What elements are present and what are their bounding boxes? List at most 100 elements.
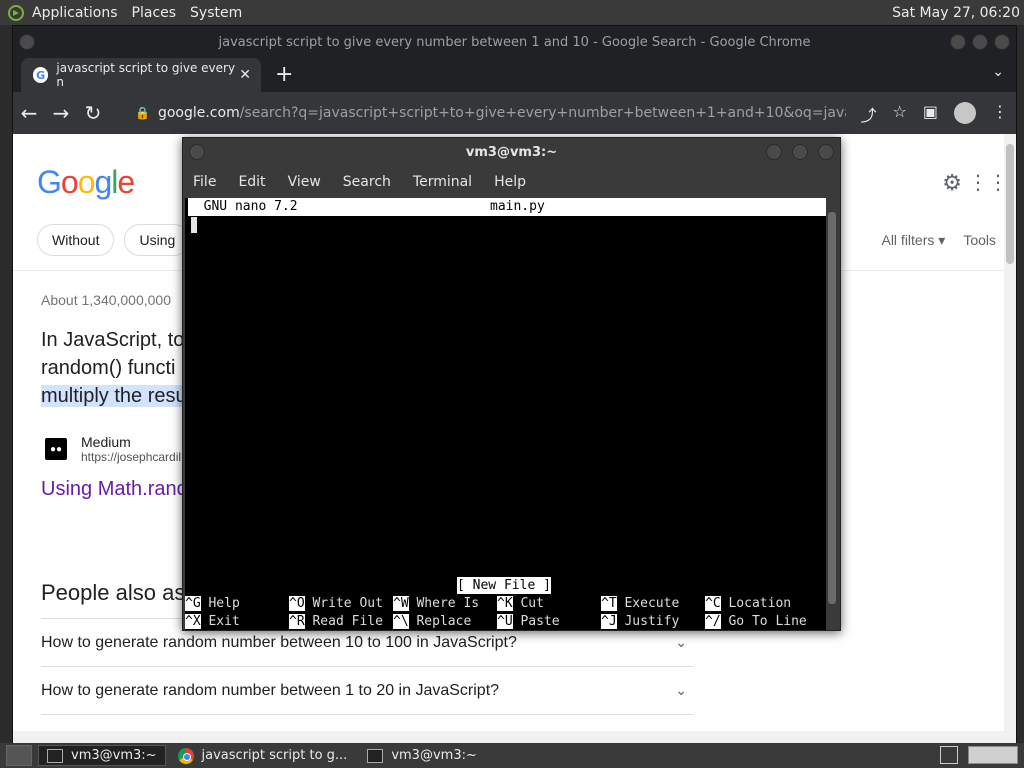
nano-header: GNU nano 7.2 main.py	[188, 198, 828, 216]
shortcut-location[interactable]: ^C Location	[705, 595, 791, 613]
google-favicon-icon: G	[33, 67, 49, 83]
terminal-title: vm3@vm3:~	[465, 144, 558, 160]
page-vertical-scrollbar[interactable]	[1004, 134, 1016, 743]
chrome-toolbar: ← → ↻ 🔒 google.com/search?q=javascript+s…	[13, 92, 1016, 134]
nano-version: GNU nano 7.2	[188, 199, 298, 214]
snippet-line-highlighted: multiply the resu	[41, 385, 187, 407]
back-icon[interactable]: ←	[13, 101, 45, 125]
shortcut-read-file[interactable]: ^R Read File	[289, 613, 383, 631]
share-icon[interactable]: ⤴	[861, 102, 877, 126]
medium-logo-icon: ●●	[45, 438, 67, 460]
reload-icon[interactable]: ↻	[77, 101, 109, 125]
chrome-window-title: javascript script to give every number b…	[218, 34, 811, 50]
bottom-taskbar: vm3@vm3:~ javascript script to g... vm3@…	[0, 743, 1024, 768]
window-list-icon[interactable]	[940, 746, 958, 764]
shortcut-write-out[interactable]: ^O Write Out	[289, 595, 383, 613]
tab-google-search[interactable]: G javascript script to give every n ✕	[21, 58, 261, 92]
result-stats: About 1,340,000,000	[41, 292, 172, 308]
scrollbar-thumb[interactable]	[828, 212, 836, 604]
snippet-source[interactable]: ●● Medium https://josephcardil	[45, 434, 181, 464]
side-panel-icon[interactable]: ▣	[923, 102, 938, 126]
menu-applications[interactable]: Applications	[32, 5, 118, 21]
terminal-icon	[367, 748, 384, 763]
window-menu-button[interactable]	[19, 34, 35, 50]
menu-terminal[interactable]: Terminal	[413, 174, 472, 190]
featured-snippet: In JavaScript, to random() functi multip…	[41, 326, 187, 410]
gnome-foot-icon[interactable]	[6, 3, 26, 23]
url-host: google.com	[157, 105, 240, 121]
terminal-titlebar[interactable]: vm3@vm3:~	[183, 138, 840, 166]
menu-file[interactable]: File	[193, 174, 216, 190]
settings-gear-icon[interactable]: ⚙	[942, 171, 962, 196]
shortcut-replace[interactable]: ^\ Replace	[393, 613, 471, 631]
shortcut-where-is[interactable]: ^W Where Is	[393, 595, 479, 613]
nano-filename: main.py	[490, 199, 545, 214]
menu-help[interactable]: Help	[494, 174, 526, 190]
terminal-scrollbar[interactable]	[826, 198, 838, 630]
text-cursor	[191, 217, 197, 233]
snippet-line: random() functi	[41, 357, 176, 379]
taskbar-item-chrome[interactable]: javascript script to g...	[170, 745, 356, 766]
maximize-button[interactable]	[792, 144, 808, 160]
new-tab-icon[interactable]: +	[275, 62, 293, 87]
taskbar-item-terminal-2[interactable]: vm3@vm3:~	[359, 745, 485, 766]
menu-view[interactable]: View	[288, 174, 321, 190]
paa-question-text: How to generate random number between 1 …	[41, 681, 500, 699]
tab-close-icon[interactable]: ✕	[239, 67, 251, 83]
minimize-button[interactable]	[950, 34, 966, 50]
lock-icon[interactable]: 🔒	[135, 106, 150, 120]
all-filters-button[interactable]: All filters ▾	[881, 232, 945, 249]
paa-question-text: How to generate random number between 10…	[41, 633, 517, 651]
menu-edit[interactable]: Edit	[238, 174, 265, 190]
clock[interactable]: Sat May 27, 06:20	[892, 5, 1020, 21]
top-panel: Applications Places System Sat May 27, 0…	[0, 0, 1024, 25]
filter-chips: Without Using	[37, 224, 191, 256]
close-button[interactable]	[994, 34, 1010, 50]
tab-search-chevron-icon[interactable]: ⌄	[992, 64, 1004, 80]
search-tools: All filters ▾ Tools	[881, 232, 996, 249]
minimize-button[interactable]	[766, 144, 782, 160]
bookmark-star-icon[interactable]: ☆	[893, 102, 907, 126]
chip-using[interactable]: Using	[124, 224, 191, 256]
terminal-icon	[47, 748, 63, 763]
window-menu-button[interactable]	[189, 144, 205, 160]
result-link[interactable]: Using Math.rand	[41, 478, 188, 501]
google-apps-icon[interactable]: ⋮⋮	[968, 170, 1008, 194]
close-button[interactable]	[818, 144, 834, 160]
taskbar-item-label: vm3@vm3:~	[391, 748, 477, 763]
menu-search[interactable]: Search	[343, 174, 391, 190]
taskbar-item-terminal[interactable]: vm3@vm3:~	[38, 745, 166, 766]
shortcut-cut[interactable]: ^K Cut	[497, 595, 544, 613]
menu-places[interactable]: Places	[132, 5, 177, 21]
tools-button[interactable]: Tools	[963, 232, 996, 249]
chrome-menu-icon[interactable]: ⋮	[992, 102, 1008, 126]
paa-question[interactable]: How to generate random number between 1 …	[41, 666, 693, 714]
scrollbar-thumb[interactable]	[1006, 144, 1014, 264]
shortcut-paste[interactable]: ^U Paste	[497, 613, 560, 631]
page-horizontal-scrollbar[interactable]	[13, 731, 1016, 743]
shortcut-exit[interactable]: ^X Exit	[185, 613, 240, 631]
show-desktop-icon[interactable]	[6, 745, 32, 766]
chrome-titlebar[interactable]: javascript script to give every number b…	[13, 26, 1016, 58]
shortcut-justify[interactable]: ^J Justify	[601, 613, 679, 631]
chevron-down-icon[interactable]: ⌄	[675, 634, 687, 651]
profile-avatar-icon[interactable]	[954, 102, 976, 124]
forward-icon[interactable]: →	[45, 101, 77, 125]
maximize-button[interactable]	[972, 34, 988, 50]
people-also-ask-title: People also as	[41, 580, 186, 605]
tab-strip: G javascript script to give every n ✕ + …	[13, 58, 1016, 92]
terminal-screen[interactable]: GNU nano 7.2 main.py [ New File ] ^G Help…	[185, 198, 828, 630]
terminal-window: vm3@vm3:~ File Edit View Search Terminal…	[182, 137, 841, 631]
toolbar-actions: ⤴ ☆ ▣ ⋮	[861, 102, 1008, 126]
source-url: https://josephcardil	[81, 450, 182, 464]
shortcut-go-to-line[interactable]: ^/ Go To Line	[705, 613, 807, 631]
workspace-switcher[interactable]	[968, 746, 1018, 764]
google-logo[interactable]: Google	[37, 164, 135, 201]
chip-without[interactable]: Without	[37, 224, 115, 256]
shortcut-help[interactable]: ^G Help	[185, 595, 240, 613]
address-bar[interactable]: 🔒 google.com/search?q=javascript+script+…	[125, 98, 846, 128]
menu-system[interactable]: System	[190, 5, 242, 21]
tab-title: javascript script to give every n	[56, 61, 236, 89]
chevron-down-icon[interactable]: ⌄	[675, 682, 687, 699]
shortcut-execute[interactable]: ^T Execute	[601, 595, 679, 613]
